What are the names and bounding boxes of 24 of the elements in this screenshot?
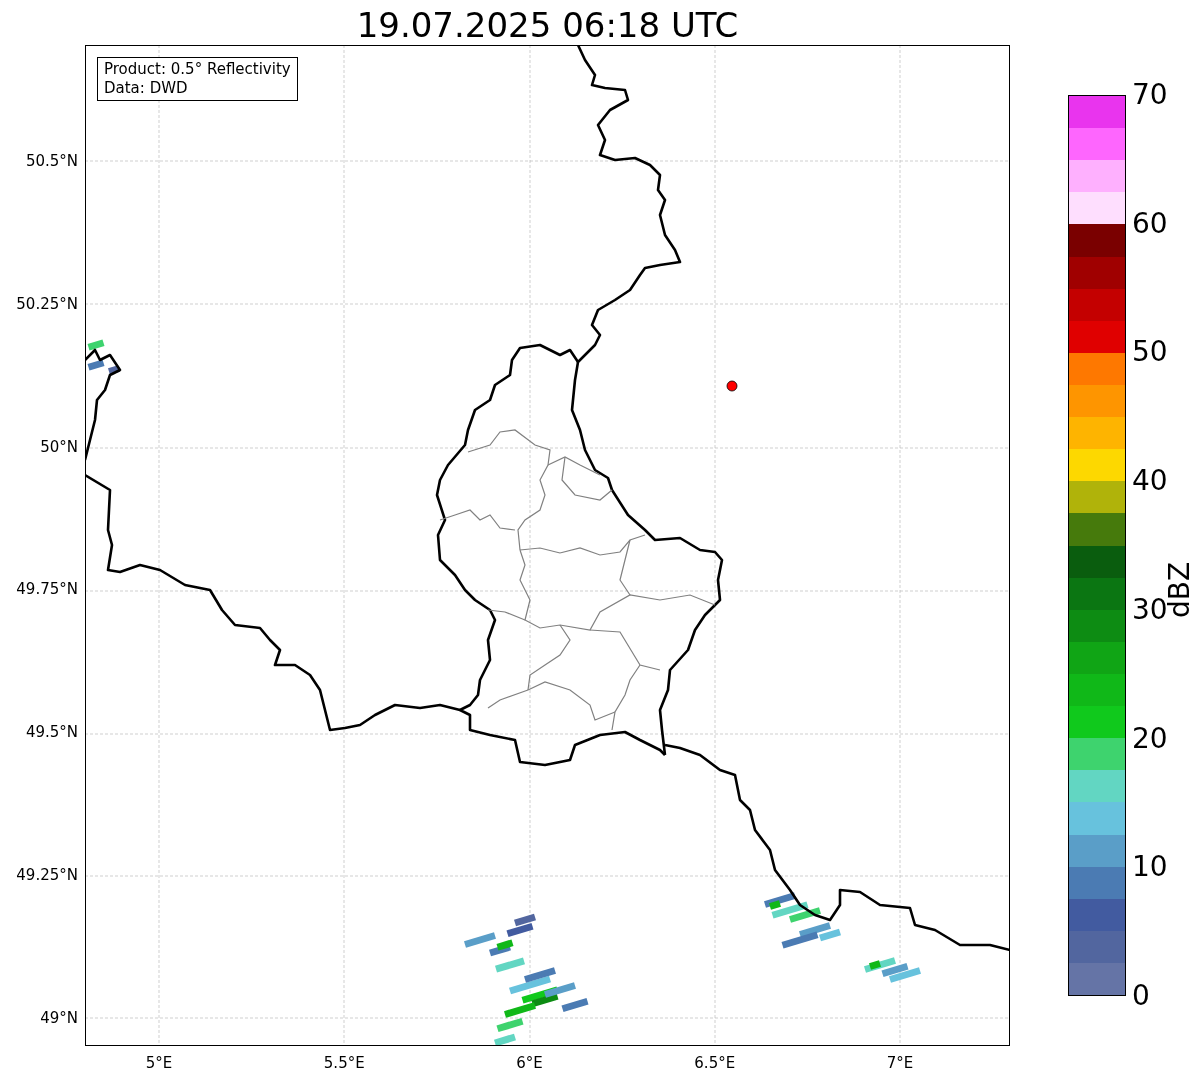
colorbar-tick-label: 70 bbox=[1132, 79, 1168, 111]
chart-title: 19.07.2025 06:18 UTC bbox=[356, 5, 739, 45]
y-tick-label: 50°N bbox=[40, 436, 78, 458]
x-tick-label: 5.5°E bbox=[323, 1053, 365, 1074]
info-text: Data: DWD bbox=[104, 79, 189, 98]
location-marker bbox=[726, 380, 738, 392]
x-tick-label: 7°E bbox=[886, 1053, 914, 1074]
y-tick-label: 50.25°N bbox=[16, 293, 78, 315]
colorbar-tick-label: 60 bbox=[1132, 207, 1168, 240]
info-text: Product: 0.5° Reflectivity bbox=[104, 60, 291, 79]
y-tick-label: 49.5°N bbox=[25, 721, 78, 743]
colorbar-tick-label: 30 bbox=[1132, 593, 1168, 626]
y-tick-label: 50.5°N bbox=[25, 150, 78, 172]
x-tick-label: 5°E bbox=[145, 1053, 173, 1074]
y-tick-label: 49.75°N bbox=[16, 579, 78, 601]
x-tick-label: 6.5°E bbox=[694, 1053, 736, 1074]
y-tick-label: 49°N bbox=[40, 1007, 78, 1029]
colorbar-tick-label: 10 bbox=[1132, 851, 1168, 884]
y-tick-label: 49.25°N bbox=[16, 864, 78, 886]
colorbar-tick-label: 50 bbox=[1132, 336, 1168, 369]
colorbar-tick-label: 40 bbox=[1132, 465, 1168, 498]
colorbar-tick-label: 0 bbox=[1132, 980, 1150, 1012]
x-tick-label: 6°E bbox=[516, 1053, 543, 1074]
colorbar-tick-label: 20 bbox=[1132, 722, 1168, 755]
